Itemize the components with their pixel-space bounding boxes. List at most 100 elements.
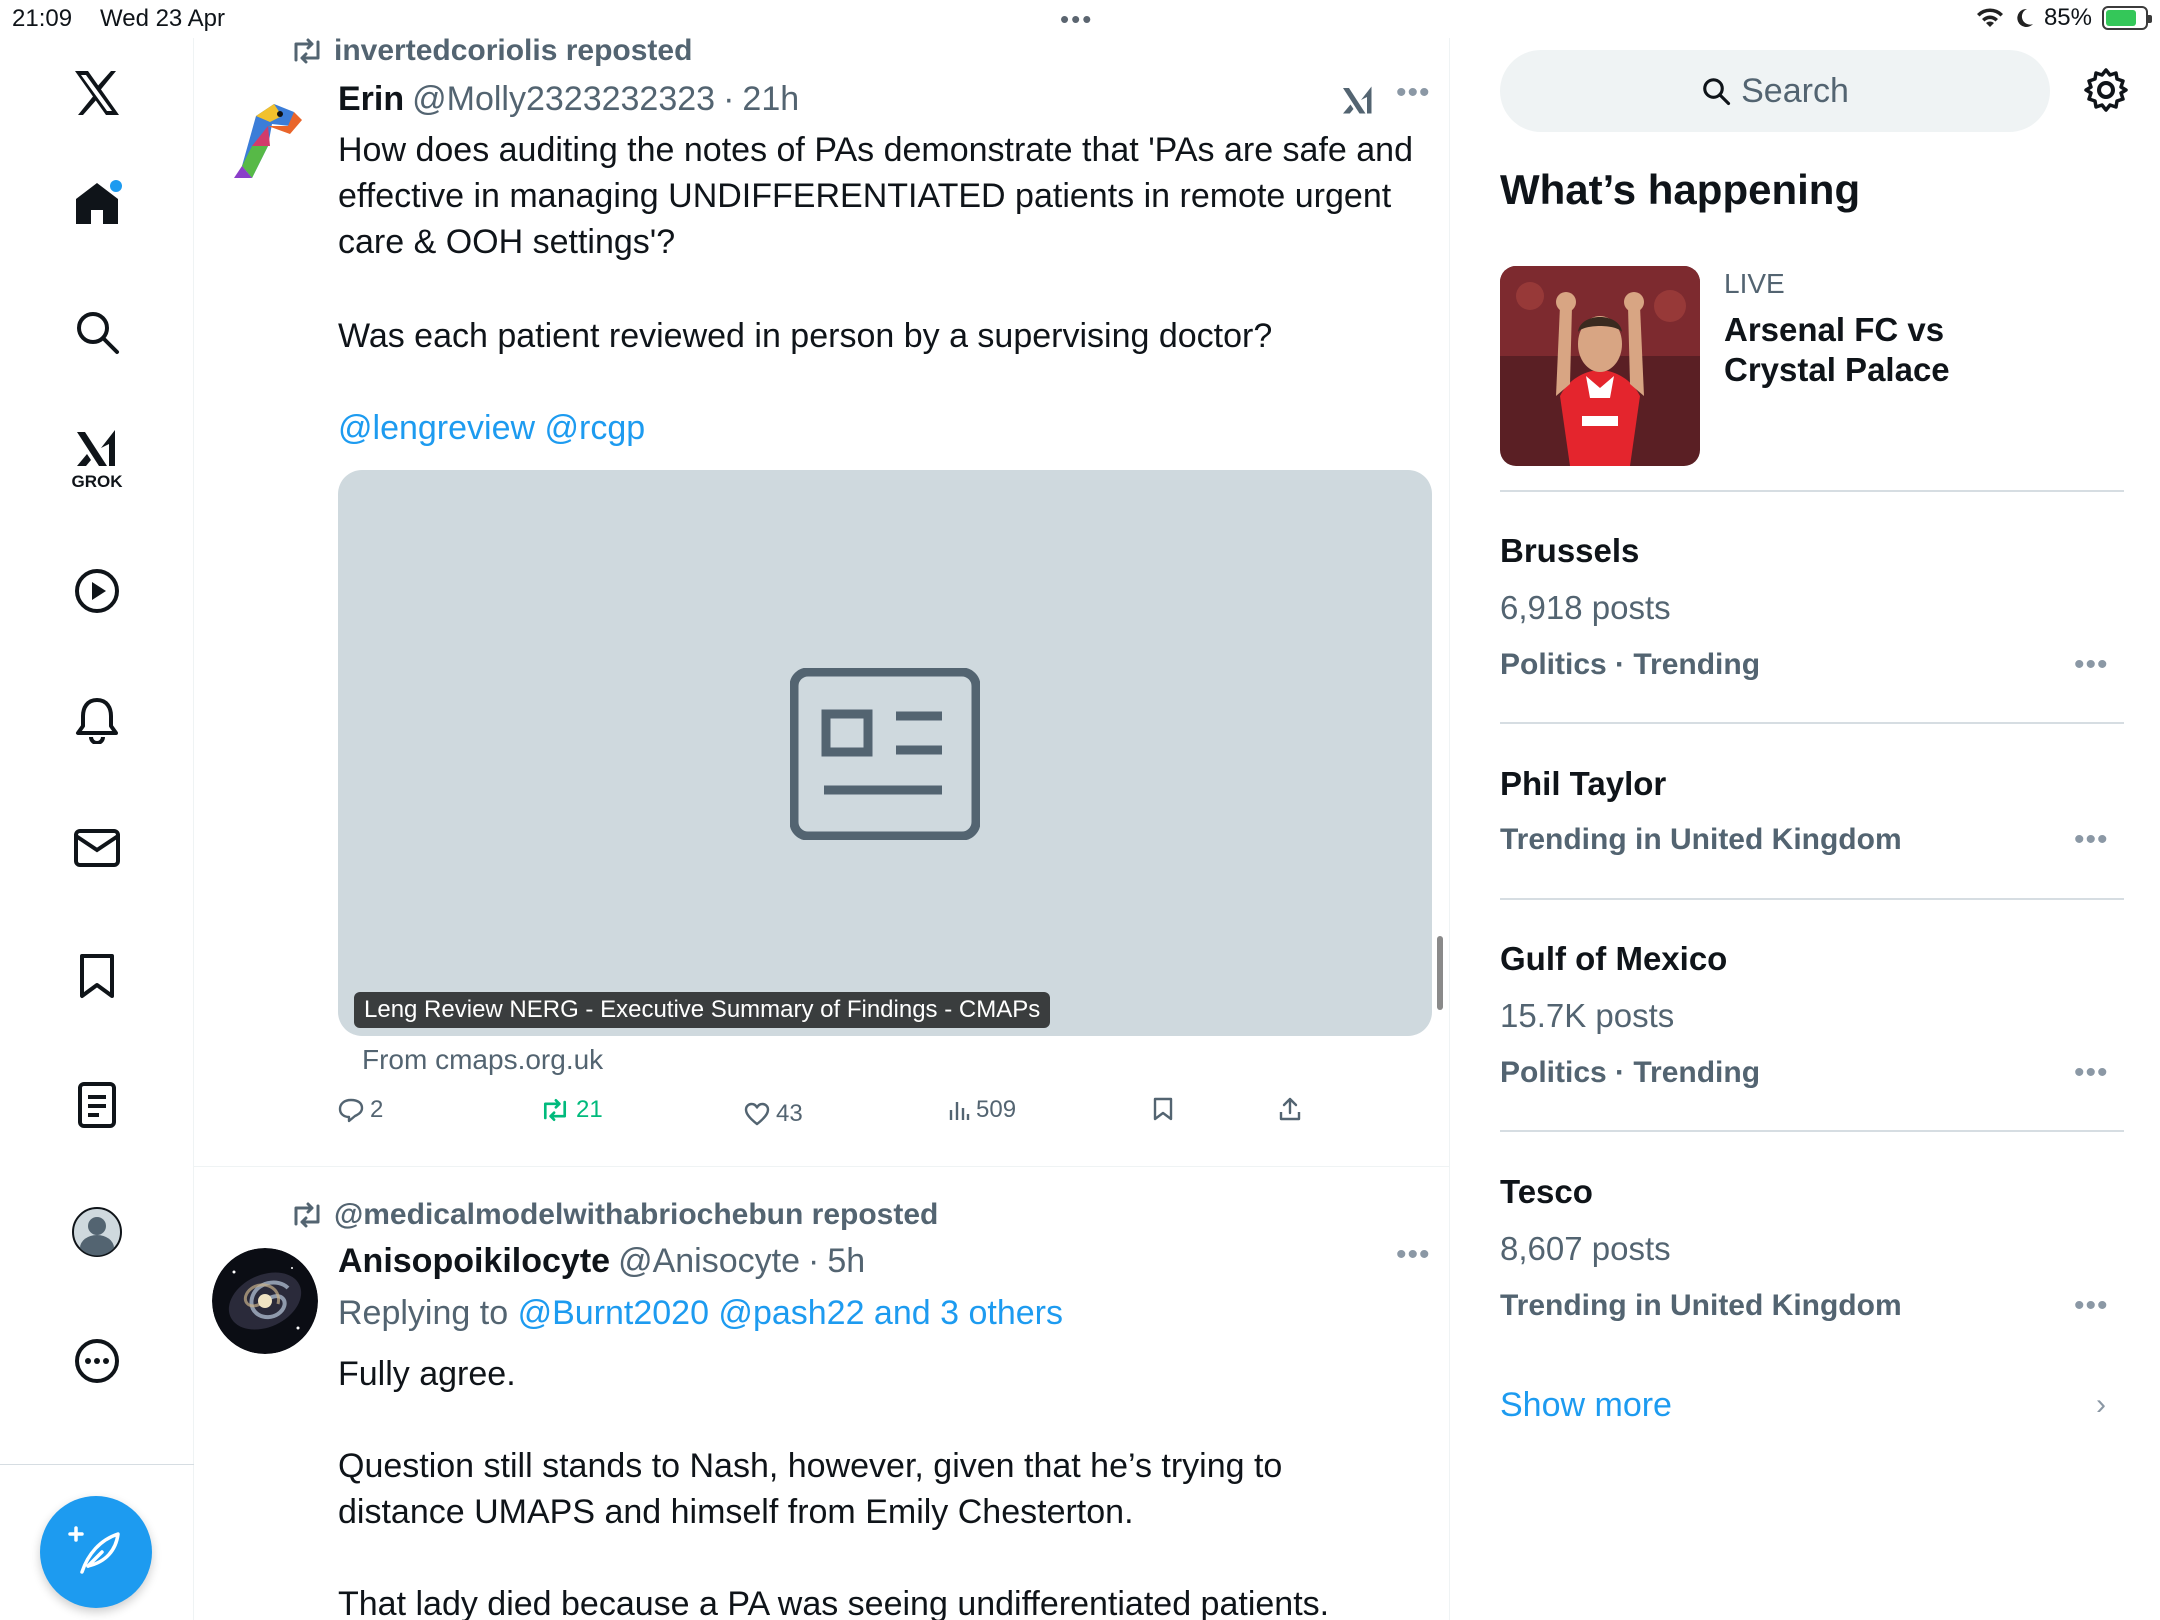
nav-home[interactable] [56,162,138,244]
tweet-header: Erin @Molly2323232323 · 21h [338,80,799,119]
search-icon [1703,78,1731,106]
replying-mentions[interactable]: @Burnt2020 @pash22 and 3 others [518,1294,1063,1332]
tweet-text-line: Question still stands to Nash, however, … [338,1447,1283,1485]
tweet-time[interactable]: 21h [742,80,799,119]
battery-percent: 85% [2043,4,2092,31]
nav-divider [0,1464,194,1465]
views-chart-icon [949,1102,970,1120]
tweet-text-line: How does auditing the notes of PAs demon… [338,131,1413,169]
nav-profile[interactable] [56,1191,138,1273]
views-button[interactable]: 509 [948,1096,1016,1124]
trend-post-count: 15.7K posts [1500,997,1675,1034]
trend-more-icon[interactable]: ••• [2074,1056,2109,1090]
feed-scrollbar[interactable] [1437,936,1443,1010]
trend-name[interactable]: Brussels [1500,532,1639,570]
bookmark-icon [80,954,114,998]
share-button[interactable] [1278,1096,1302,1122]
tweet-text: How does auditing the notes of PAs demon… [338,127,1438,265]
trend-category: Trending in United Kingdom [1500,823,1902,856]
like-count: 43 [776,1100,803,1127]
author-avatar[interactable] [212,1248,318,1354]
dot-separator: · [723,80,735,118]
home-icon [76,180,122,224]
repost-context: invertedcoriolis reposted [290,34,692,68]
live-event-image[interactable] [1500,266,1700,466]
nav-videos[interactable] [56,550,138,632]
divider [1500,722,2124,724]
trend-more-icon[interactable]: ••• [2074,823,2109,857]
trend-post-count: 8,607 posts [1500,1230,1671,1267]
dot-separator: · [807,1242,820,1280]
nav-bookmarks[interactable] [56,935,138,1017]
more-options-icon[interactable]: ••• [1396,76,1431,110]
repost-icon [543,1098,567,1122]
author-name[interactable]: Anisopoikilocyte [338,1242,610,1281]
grok-icon [1343,86,1372,114]
bookmark-icon [1153,1097,1173,1121]
nav-notifications[interactable] [56,679,138,761]
reply-count: 2 [370,1096,384,1123]
bookmark-button[interactable] [1152,1096,1174,1122]
repost-icon [294,38,320,64]
author-handle[interactable]: @Molly2323232323 [412,80,715,119]
tweet-mentions[interactable]: @lengreview @rcgp [338,405,645,451]
list-icon [78,1082,116,1128]
trend-more-icon[interactable]: ••• [2074,648,2109,682]
tweet-actions: 2 21 43 509 [338,1096,1338,1136]
link-card[interactable]: Leng Review NERG - Executive Summary of … [338,470,1432,1036]
live-event-title[interactable]: Arsenal FC vs Crystal Palace [1724,310,1950,390]
eagle-avatar-image [212,86,318,192]
live-badge: LIVE [1724,268,1785,299]
trend-name[interactable]: Gulf of Mexico [1500,940,1727,978]
author-handle[interactable]: @Anisocyte [618,1242,800,1281]
profile-avatar-icon [72,1207,122,1257]
trend-category: Politics · Trending [1500,1056,1761,1089]
tweet-text-line: Fully agree. [338,1355,516,1393]
nav-lists[interactable] [56,1064,138,1146]
galaxy-avatar-image [212,1248,318,1354]
repost-label[interactable]: @medicalmodelwithabriochebun reposted [334,1198,938,1232]
grok-explain-button[interactable] [1340,82,1376,123]
status-time: 21:09 [12,5,73,32]
reply-button[interactable]: 2 [338,1096,383,1124]
trend-more-icon[interactable]: ••• [2074,1289,2109,1323]
nav-more[interactable] [56,1320,138,1402]
divider [1500,898,2124,900]
repost-button[interactable]: 21 [540,1096,603,1124]
chevron-right-icon[interactable]: › [2096,1388,2106,1422]
wifi-icon [1976,8,2003,27]
author-name[interactable]: Erin [338,80,404,119]
gear-icon [2084,68,2128,112]
live-title-line: Crystal Palace [1724,351,1950,388]
share-icon [1279,1097,1301,1121]
grok-label: GROK [71,472,123,491]
reply-icon [338,1098,364,1123]
more-circle-icon [75,1339,119,1383]
nav-grok[interactable]: GROK [56,418,138,500]
repost-count: 21 [576,1096,603,1123]
tweet-question: Was each patient reviewed in person by a… [338,317,1273,355]
nav-messages[interactable] [56,807,138,889]
like-button[interactable]: 43 [744,1100,803,1128]
football-player-image [1500,266,1700,466]
search-input[interactable]: Search [1500,50,2050,132]
trend-category: Politics · Trending [1500,648,1761,681]
bell-icon [76,698,118,744]
author-avatar[interactable] [212,86,318,192]
compose-post-button[interactable] [40,1496,152,1608]
card-source[interactable]: From cmaps.org.uk [362,1044,603,1076]
x-logo-icon[interactable] [56,52,138,134]
repost-label[interactable]: invertedcoriolis reposted [334,34,692,68]
tweet-time[interactable]: 5h [827,1242,865,1281]
tweet-text-line: care & OOH settings'? [338,223,676,261]
multitasking-dots-icon[interactable]: ••• [1060,4,1093,35]
settings-button[interactable] [2082,66,2130,114]
trend-name[interactable]: Phil Taylor [1500,765,1666,803]
trend-name[interactable]: Tesco [1500,1173,1593,1211]
tweet-text-line: distance UMAPS and himself from Emily Ch… [338,1493,1134,1531]
divider [1500,1130,2124,1132]
nav-explore[interactable] [56,291,138,373]
show-more-link[interactable]: Show more [1500,1386,1672,1425]
more-options-icon[interactable]: ••• [1396,1238,1431,1272]
trend-post-count: 6,918 posts [1500,589,1671,626]
